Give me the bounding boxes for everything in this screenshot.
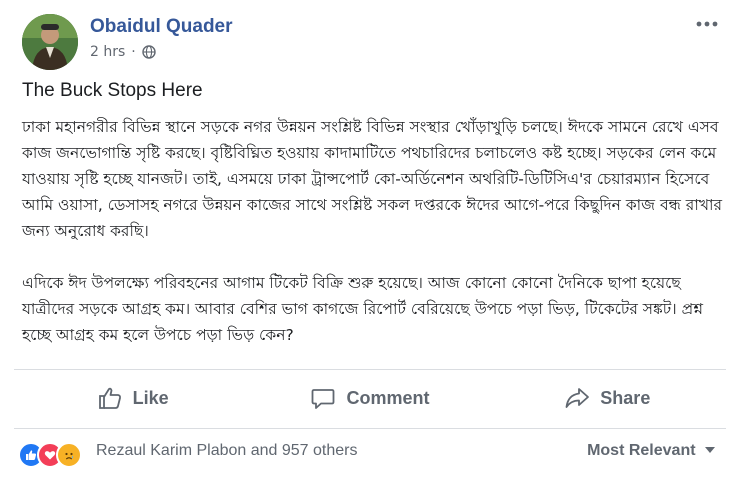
comment-button[interactable]: Comment	[251, 372, 488, 424]
reactions-row: Rezaul Karim Plabon and 957 others Most …	[14, 436, 726, 468]
post-header: Obaidul Quader 2 hrs ·	[22, 12, 730, 70]
more-options-icon[interactable]	[692, 14, 722, 34]
thumbs-up-icon	[98, 387, 121, 409]
share-button[interactable]: Share	[489, 372, 726, 424]
post-actions-bar: Like Comment Share	[14, 372, 726, 424]
author-name[interactable]: Obaidul Quader	[90, 16, 233, 38]
post-timestamp[interactable]: 2 hrs	[90, 44, 125, 60]
globe-icon[interactable]	[142, 45, 156, 59]
actions-top-divider	[14, 369, 726, 370]
comment-sort-dropdown[interactable]: Most Relevant	[587, 442, 716, 460]
share-button-label: Share	[600, 387, 651, 408]
facebook-post: Obaidul Quader 2 hrs · The Buck Stops He…	[0, 0, 740, 480]
reactions-top-divider	[14, 428, 726, 429]
avatar[interactable]	[22, 14, 78, 70]
caret-down-icon	[700, 442, 716, 459]
avatar-photo	[22, 14, 78, 70]
comment-icon	[312, 389, 335, 409]
sad-reaction-icon	[56, 442, 82, 468]
like-button[interactable]: Like	[14, 372, 251, 424]
comment-sort-label: Most Relevant	[587, 442, 696, 459]
post-paragraph-1: ঢাকা মহানগরীর বিভিন্ন স্থানে সড়কে নগর উ…	[22, 118, 723, 240]
reactions-summary[interactable]: Rezaul Karim Plabon and 957 others	[96, 442, 358, 460]
like-button-label: Like	[132, 387, 169, 408]
meta-separator: ·	[131, 44, 136, 60]
share-icon	[565, 388, 590, 408]
reaction-icons[interactable]	[18, 442, 82, 468]
post-paragraph-2: এদিকে ঈদ উপলক্ষ্যে পরিবহনের আগাম টিকেট ব…	[22, 274, 703, 344]
post-meta: 2 hrs ·	[90, 44, 156, 60]
post-title: The Buck Stops Here	[22, 80, 203, 101]
comment-button-label: Comment	[346, 387, 430, 408]
